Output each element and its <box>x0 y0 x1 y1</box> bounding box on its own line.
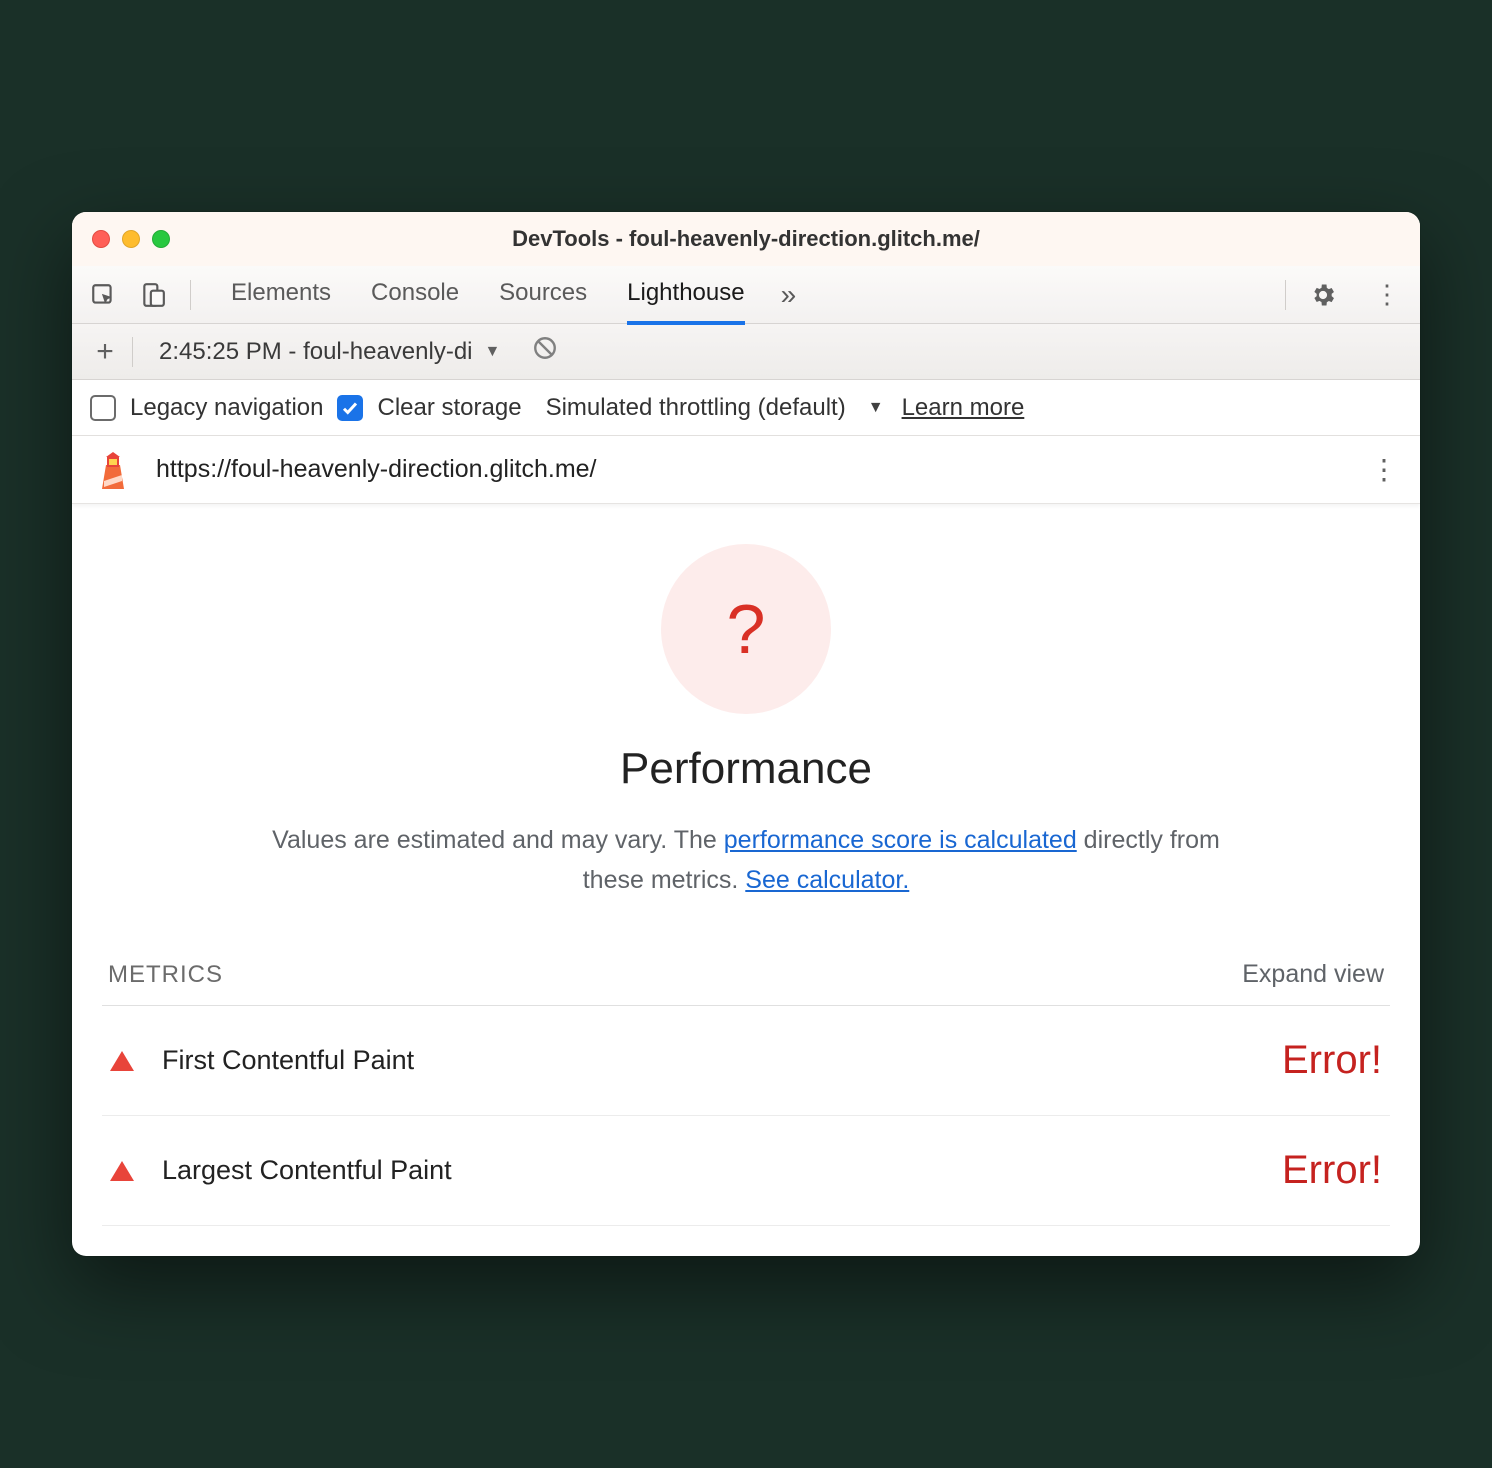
inspect-element-icon[interactable] <box>86 278 120 312</box>
legacy-navigation-checkbox[interactable] <box>90 395 116 421</box>
warning-triangle-icon <box>110 1051 134 1071</box>
minimize-window-button[interactable] <box>122 230 140 248</box>
performance-description: Values are estimated and may vary. The p… <box>246 820 1246 900</box>
window-controls <box>92 230 170 248</box>
legacy-navigation-label: Legacy navigation <box>130 394 323 422</box>
warning-triangle-icon <box>110 1161 134 1181</box>
performance-gauge: ? <box>661 544 831 714</box>
report-selector[interactable]: 2:45:25 PM - foul-heavenly-di ▼ <box>159 338 500 366</box>
metric-value: Error! <box>1282 1038 1382 1083</box>
lighthouse-toolbar: + 2:45:25 PM - foul-heavenly-di ▼ <box>72 324 1420 380</box>
lighthouse-logo-icon <box>94 451 132 489</box>
tab-elements[interactable]: Elements <box>231 265 331 325</box>
more-tabs-icon[interactable]: » <box>781 279 797 311</box>
chevron-down-icon: ▼ <box>868 399 884 417</box>
metrics-heading: METRICS <box>108 961 223 989</box>
separator <box>132 337 133 367</box>
separator <box>1285 280 1286 310</box>
metric-name: First Contentful Paint <box>162 1045 414 1076</box>
lighthouse-settings-row: Legacy navigation Clear storage Simulate… <box>72 380 1420 436</box>
separator <box>190 280 191 310</box>
report-url: https://foul-heavenly-direction.glitch.m… <box>156 455 597 484</box>
report-selector-label: 2:45:25 PM - foul-heavenly-di <box>159 338 473 366</box>
report-url-row: https://foul-heavenly-direction.glitch.m… <box>72 436 1420 504</box>
metrics-header: METRICS Expand view <box>102 960 1390 1006</box>
lighthouse-report: ? Performance Values are estimated and m… <box>72 504 1420 1256</box>
device-toolbar-icon[interactable] <box>136 278 170 312</box>
report-menu-icon[interactable]: ⋮ <box>1370 453 1398 486</box>
gauge-score: ? <box>727 589 766 669</box>
see-calculator-link[interactable]: See calculator. <box>745 866 909 894</box>
devtools-tabbar: Elements Console Sources Lighthouse » ⋮ <box>72 266 1420 324</box>
metric-value: Error! <box>1282 1148 1382 1193</box>
learn-more-link[interactable]: Learn more <box>902 394 1025 422</box>
score-calc-link[interactable]: performance score is calculated <box>724 826 1077 854</box>
metric-row: First Contentful Paint Error! <box>102 1006 1390 1116</box>
settings-gear-icon[interactable] <box>1306 278 1340 312</box>
clear-storage-checkbox[interactable] <box>337 395 363 421</box>
devtools-menu-icon[interactable]: ⋮ <box>1374 279 1400 310</box>
throttling-dropdown[interactable]: Simulated throttling (default) ▼ <box>546 394 884 422</box>
chevron-down-icon: ▼ <box>485 343 501 361</box>
tab-lighthouse[interactable]: Lighthouse <box>627 265 744 325</box>
performance-gauge-section: ? Performance Values are estimated and m… <box>102 544 1390 900</box>
clear-storage-label: Clear storage <box>377 394 521 422</box>
clear-icon[interactable] <box>532 335 558 368</box>
tab-console[interactable]: Console <box>371 265 459 325</box>
throttling-label: Simulated throttling (default) <box>546 394 846 422</box>
new-report-button[interactable]: + <box>90 335 120 369</box>
window-title: DevTools - foul-heavenly-direction.glitc… <box>72 226 1420 252</box>
performance-heading: Performance <box>620 744 872 794</box>
metric-row: Largest Contentful Paint Error! <box>102 1116 1390 1226</box>
panel-tabs: Elements Console Sources Lighthouse <box>231 265 745 325</box>
close-window-button[interactable] <box>92 230 110 248</box>
expand-view-toggle[interactable]: Expand view <box>1242 960 1384 989</box>
devtools-window: DevTools - foul-heavenly-direction.glitc… <box>72 212 1420 1256</box>
metric-name: Largest Contentful Paint <box>162 1155 452 1186</box>
zoom-window-button[interactable] <box>152 230 170 248</box>
titlebar: DevTools - foul-heavenly-direction.glitc… <box>72 212 1420 266</box>
tab-sources[interactable]: Sources <box>499 265 587 325</box>
